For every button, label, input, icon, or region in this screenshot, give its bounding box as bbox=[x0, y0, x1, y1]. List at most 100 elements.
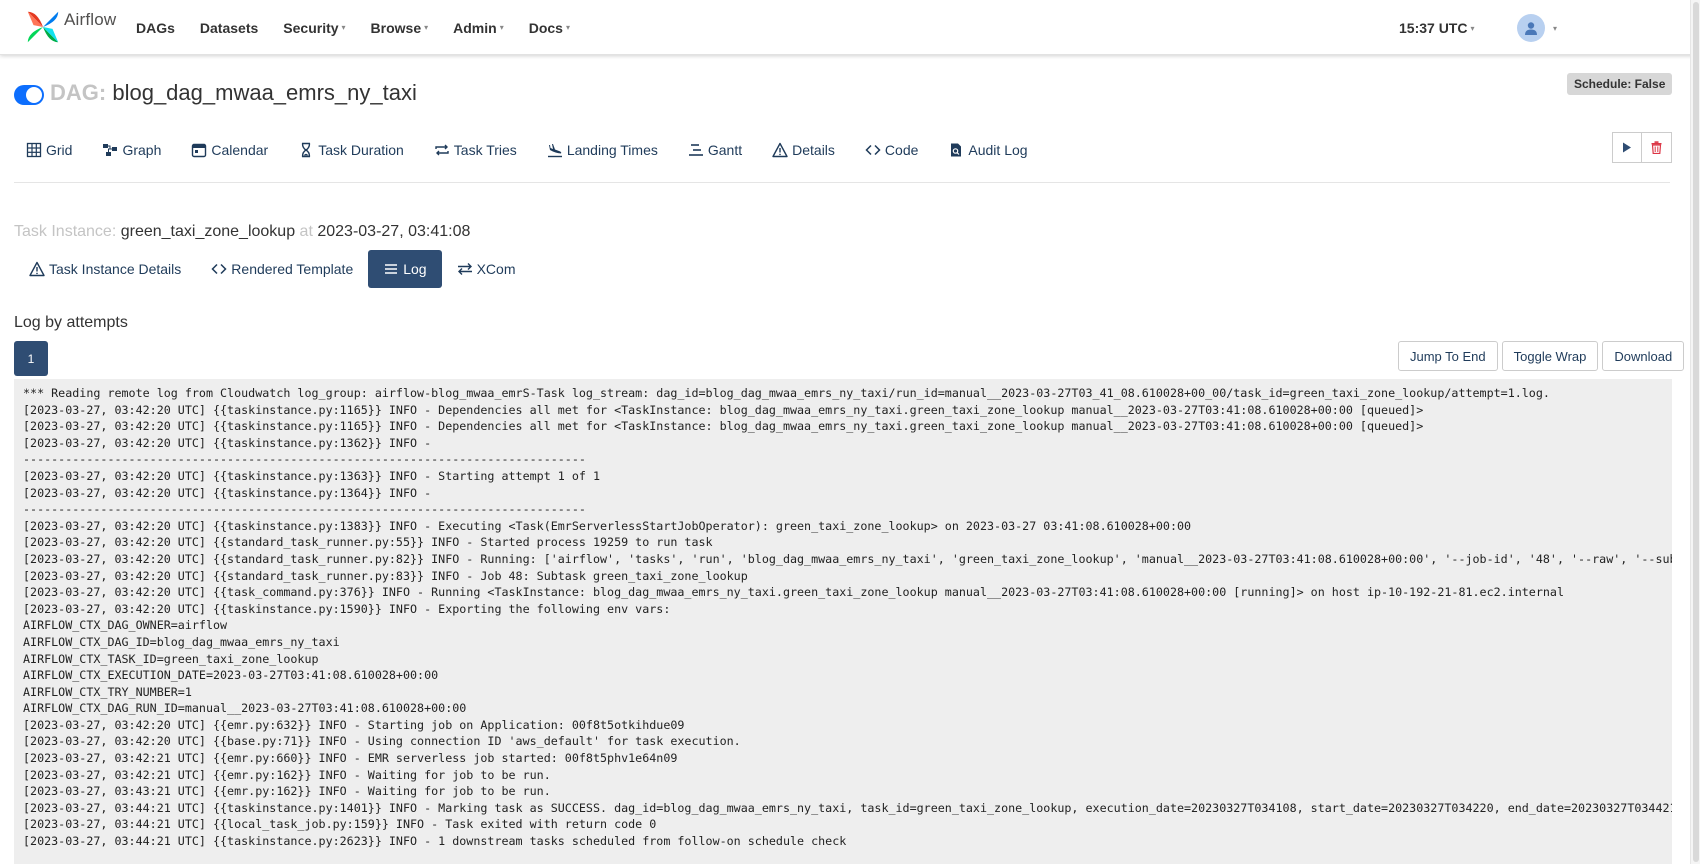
delete-dag-button[interactable] bbox=[1642, 132, 1672, 163]
nav-datasets[interactable]: Datasets bbox=[200, 20, 258, 36]
log-line: AIRFLOW_CTX_TASK_ID=green_taxi_zone_look… bbox=[23, 651, 319, 666]
tab-xcom-label: XCom bbox=[476, 261, 516, 277]
nav-admin-label: Admin bbox=[453, 19, 497, 36]
log-line: [2023-03-27, 03:44:21 UTC] {{taskinstanc… bbox=[23, 800, 1672, 815]
dag-name[interactable]: blog_dag_mwaa_emrs_ny_taxi bbox=[112, 80, 417, 105]
log-line: [2023-03-27, 03:42:20 UTC] {{taskinstanc… bbox=[23, 485, 432, 500]
nav-docs-label: Docs bbox=[528, 19, 563, 36]
calendar-icon bbox=[192, 143, 207, 158]
tab-audit-log[interactable]: Audit Log bbox=[948, 142, 1028, 158]
tab-log-label: Log bbox=[403, 261, 427, 277]
log-content[interactable]: *** Reading remote log from Cloudwatch l… bbox=[14, 379, 1672, 864]
log-line: *** Reading remote log from Cloudwatch l… bbox=[23, 386, 1550, 400]
user-menu[interactable]: ▾ bbox=[1517, 14, 1557, 42]
nav-security[interactable]: Security ▾ bbox=[283, 20, 345, 36]
log-line: [2023-03-27, 03:42:20 UTC] {{standard_ta… bbox=[23, 535, 713, 550]
code-icon bbox=[865, 144, 881, 156]
tab-calendar[interactable]: Calendar bbox=[191, 142, 268, 158]
tab-code-label: Code bbox=[884, 142, 919, 158]
log-line: AIRFLOW_CTX_EXECUTION_DATE=2023-03-27T03… bbox=[23, 668, 439, 683]
log-line: AIRFLOW_CTX_DAG_OWNER=airflow bbox=[23, 618, 228, 633]
scrollbar-thumb[interactable] bbox=[1693, 2, 1699, 862]
tab-calendar-label: Calendar bbox=[211, 142, 269, 158]
tab-grid-label: Grid bbox=[46, 142, 73, 158]
section-divider bbox=[14, 182, 1670, 183]
download-button[interactable]: Download bbox=[1602, 341, 1685, 371]
ti-label: Task Instance: bbox=[14, 223, 117, 240]
caret-down-icon: ▾ bbox=[341, 23, 346, 32]
user-icon bbox=[1525, 22, 1537, 35]
dag-view-tabs: Grid Graph Calendar Task Duration Task T… bbox=[26, 138, 1058, 162]
nav-docs[interactable]: Docs ▾ bbox=[529, 20, 570, 36]
tab-xcom[interactable]: XCom bbox=[442, 250, 531, 288]
grid-icon bbox=[26, 142, 42, 158]
tab-task-tries[interactable]: Task Tries bbox=[434, 142, 517, 158]
log-line: [2023-03-27, 03:43:21 UTC] {{emr.py:162}… bbox=[23, 784, 551, 799]
caret-down-icon: ▾ bbox=[565, 23, 570, 32]
tab-gantt[interactable]: Gantt bbox=[688, 142, 742, 158]
log-line: [2023-03-27, 03:44:21 UTC] {{local_task_… bbox=[23, 817, 657, 832]
task-instance-title: Task Instance: green_taxi_zone_lookup at… bbox=[14, 223, 470, 241]
tab-grid[interactable]: Grid bbox=[26, 142, 72, 158]
log-line: [2023-03-27, 03:42:20 UTC] {{emr.py:632}… bbox=[23, 717, 685, 732]
log-line: ----------------------------------------… bbox=[23, 452, 586, 467]
airflow-logo[interactable]: Airflow bbox=[24, 6, 116, 48]
toggle-wrap-button[interactable]: Toggle Wrap bbox=[1501, 341, 1599, 371]
file-search-icon bbox=[951, 143, 962, 157]
caret-down-icon: ▾ bbox=[1470, 23, 1475, 33]
warning-icon bbox=[29, 261, 45, 277]
log-line: [2023-03-27, 03:42:20 UTC] {{standard_ta… bbox=[23, 568, 748, 583]
gantt-icon bbox=[688, 144, 703, 156]
log-line: [2023-03-27, 03:42:20 UTC] {{standard_ta… bbox=[23, 551, 1672, 566]
log-line: [2023-03-27, 03:42:20 UTC] {{base.py:71}… bbox=[23, 734, 741, 749]
tab-graph[interactable]: Graph bbox=[102, 142, 161, 158]
timezone-dropdown[interactable]: 15:37 UTC ▾ bbox=[1399, 20, 1474, 36]
jump-to-end-button[interactable]: Jump To End bbox=[1398, 341, 1498, 371]
ti-name: green_taxi_zone_lookup bbox=[120, 223, 296, 240]
tab-gantt-label: Gantt bbox=[707, 142, 743, 158]
log-line: AIRFLOW_CTX_TRY_NUMBER=1 bbox=[23, 684, 192, 699]
log-heading: Log by attempts bbox=[14, 314, 128, 331]
caret-down-icon: ▾ bbox=[424, 23, 429, 32]
warning-icon bbox=[772, 142, 788, 158]
nav-browse[interactable]: Browse ▾ bbox=[371, 20, 429, 36]
list-icon bbox=[385, 264, 398, 274]
tab-details-label: Details bbox=[792, 142, 835, 158]
page-scrollbar[interactable] bbox=[1690, 0, 1700, 864]
nav-browse-label: Browse bbox=[370, 19, 422, 36]
tab-landing-times[interactable]: Landing Times bbox=[547, 142, 658, 158]
tab-log[interactable]: Log bbox=[368, 250, 442, 288]
top-navbar: Airflow DAGs Datasets Security ▾ Browse ▾ … bbox=[0, 0, 1700, 55]
tab-rendered-template[interactable]: Rendered Template bbox=[196, 250, 368, 288]
dag-pause-toggle[interactable] bbox=[14, 85, 44, 105]
task-instance-tabs: Task Instance Details Rendered Template … bbox=[14, 250, 531, 288]
graph-icon bbox=[103, 144, 118, 156]
log-line: [2023-03-27, 03:42:20 UTC] {{taskinstanc… bbox=[23, 468, 600, 483]
dag-actions bbox=[1612, 132, 1672, 163]
tab-task-duration[interactable]: Task Duration bbox=[298, 142, 404, 158]
clock-time: 15:37 UTC bbox=[1399, 20, 1468, 36]
nav-datasets-label: Datasets bbox=[199, 19, 259, 36]
log-line: AIRFLOW_CTX_DAG_RUN_ID=manual__2023-03-2… bbox=[23, 701, 467, 716]
tab-task-duration-label: Task Duration bbox=[318, 142, 404, 158]
pinwheel-icon bbox=[27, 11, 59, 43]
tab-details[interactable]: Details bbox=[772, 142, 835, 158]
main-menu: DAGs Datasets Security ▾ Browse ▾ Admin ▾ D… bbox=[136, 0, 595, 55]
ti-date: 2023-03-27, 03:41:08 bbox=[317, 223, 471, 240]
trigger-dag-button[interactable] bbox=[1612, 132, 1642, 163]
ti-at: at bbox=[299, 223, 313, 240]
tab-task-instance-details[interactable]: Task Instance Details bbox=[14, 250, 196, 288]
code-icon bbox=[211, 263, 227, 275]
tab-code[interactable]: Code bbox=[865, 142, 918, 158]
repeat-icon bbox=[435, 144, 449, 156]
log-line: [2023-03-27, 03:42:20 UTC] {{taskinstanc… bbox=[23, 402, 1424, 417]
nav-dags-label: DAGs bbox=[136, 19, 175, 36]
tab-audit-log-label: Audit Log bbox=[968, 142, 1028, 158]
brand-name: Airflow bbox=[64, 10, 117, 29]
nav-admin[interactable]: Admin ▾ bbox=[453, 20, 504, 36]
log-line: [2023-03-27, 03:42:20 UTC] {{taskinstanc… bbox=[23, 518, 1192, 533]
attempt-1-button[interactable]: 1 bbox=[14, 341, 48, 376]
nav-dags[interactable]: DAGs bbox=[136, 20, 175, 36]
log-line: ----------------------------------------… bbox=[23, 502, 586, 517]
tab-task-instance-details-label: Task Instance Details bbox=[49, 261, 182, 277]
